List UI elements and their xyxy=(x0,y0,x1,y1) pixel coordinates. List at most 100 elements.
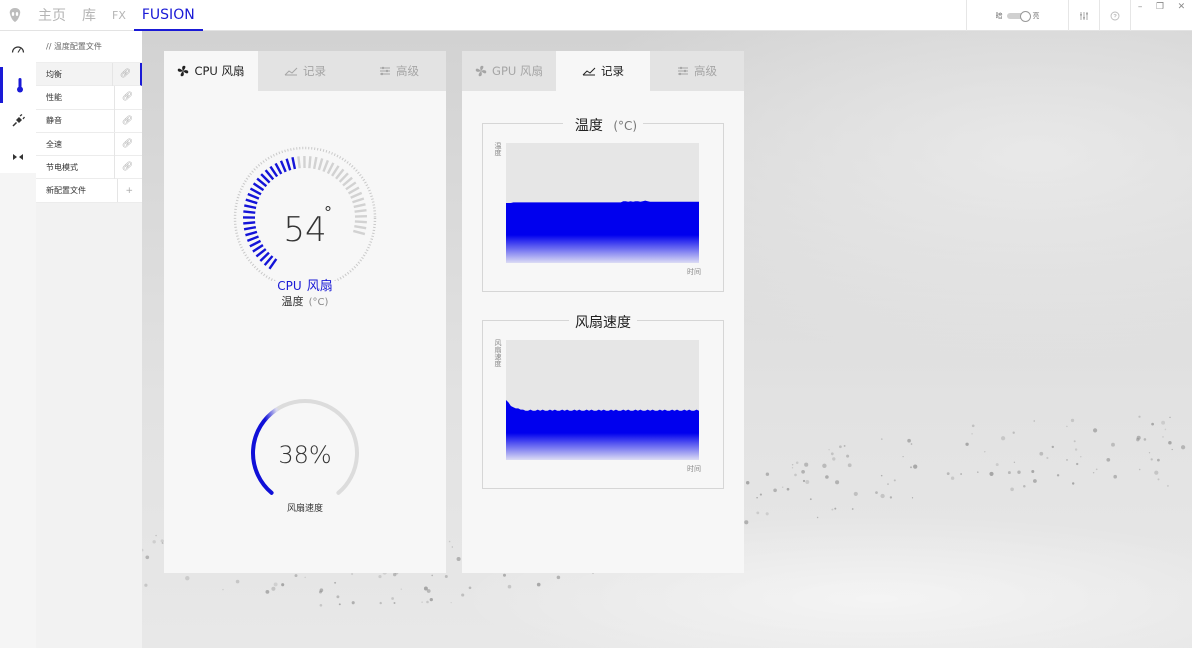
particle xyxy=(1010,487,1014,492)
particle xyxy=(834,507,837,510)
profile-item-quiet[interactable]: 静音 🔗︎ xyxy=(36,109,142,133)
tab-label: CPU 风扇 xyxy=(194,64,245,78)
gpu-fan-panel: GPU 风扇 记录 高级 温度 (°C) 温度 时间 风扇速度 风扇速度 时间 xyxy=(462,51,744,573)
tab-cpu-history[interactable]: 记录 xyxy=(258,51,352,91)
particle xyxy=(1168,441,1172,445)
particle xyxy=(1138,468,1141,471)
particle xyxy=(893,479,896,482)
particle xyxy=(786,487,790,491)
particle xyxy=(805,480,810,484)
plus-icon[interactable]: + xyxy=(117,179,133,203)
tab-label: 高级 xyxy=(396,64,419,78)
nav-tab-home[interactable]: 主页 xyxy=(30,0,74,31)
gauge-tick xyxy=(291,157,297,170)
fan-icon xyxy=(178,65,189,77)
particle xyxy=(351,572,354,576)
gauge-tick xyxy=(342,176,353,187)
minimize-button[interactable]: – xyxy=(1138,2,1143,12)
particle xyxy=(319,588,324,593)
nav-tab-library[interactable]: 库 xyxy=(74,0,104,31)
profile-item-label: 均衡 xyxy=(46,69,62,79)
brightness-control[interactable]: 暗 亮 xyxy=(966,0,1068,31)
link-icon[interactable]: 🔗︎ xyxy=(113,109,133,133)
particle xyxy=(971,424,975,428)
new-profile-button[interactable]: 新配置文件 + xyxy=(36,179,142,203)
nav-tab-fx[interactable]: FX xyxy=(104,0,134,31)
particle xyxy=(265,590,270,594)
nav-tab-fusion[interactable]: FUSION xyxy=(133,0,203,31)
temperature-caption: 温度 (°C) xyxy=(164,290,446,309)
tab-cpu-fan[interactable]: CPU 风扇 xyxy=(164,51,258,91)
rail-item-performance[interactable] xyxy=(0,31,36,67)
particle xyxy=(145,555,150,560)
gauge-tick xyxy=(326,162,335,175)
particle xyxy=(1095,468,1098,471)
particle xyxy=(828,449,830,451)
particle xyxy=(1092,471,1095,474)
link-icon[interactable]: 🔗︎ xyxy=(113,132,133,156)
particle xyxy=(393,572,397,577)
particle xyxy=(1033,479,1037,483)
gauge-tick xyxy=(354,225,367,230)
particle xyxy=(1151,422,1154,426)
gauge-tick xyxy=(246,235,259,243)
rail-item-audio[interactable] xyxy=(0,139,36,175)
close-button[interactable]: ✕ xyxy=(1178,2,1186,12)
gauge-tick xyxy=(264,169,275,181)
profile-item-full-speed[interactable]: 全速 🔗︎ xyxy=(36,132,142,157)
profile-item-power-saver[interactable]: 节电模式 🔗︎ xyxy=(36,155,142,180)
tab-gpu-advanced[interactable]: 高级 xyxy=(650,51,744,91)
particle xyxy=(887,483,889,485)
chart-series-area xyxy=(506,200,699,263)
profile-item-performance[interactable]: 性能 🔗︎ xyxy=(36,85,142,110)
help-button[interactable] xyxy=(1099,0,1130,31)
particle xyxy=(379,601,382,605)
gauge-tick xyxy=(249,239,262,248)
gauge-tick xyxy=(279,160,287,173)
tab-cpu-advanced[interactable]: 高级 xyxy=(352,51,446,91)
particle xyxy=(1071,482,1075,485)
particle xyxy=(756,511,760,515)
gauge-tick xyxy=(322,159,330,172)
particle xyxy=(1136,437,1140,442)
particle xyxy=(830,452,834,456)
particle xyxy=(843,444,846,447)
tab-gpu-fan[interactable]: GPU 风扇 xyxy=(462,51,556,91)
rail-item-thermal[interactable] xyxy=(0,67,36,103)
gauge-tick xyxy=(244,204,257,210)
particle xyxy=(222,588,224,591)
particle xyxy=(839,445,842,449)
particle xyxy=(378,575,382,579)
particle xyxy=(907,438,911,443)
temperature-unit: (°C) xyxy=(308,297,329,308)
particle xyxy=(155,534,157,537)
help-icon xyxy=(1110,11,1120,20)
settings-button[interactable] xyxy=(1068,0,1099,31)
fan-icon xyxy=(475,65,487,77)
link-icon[interactable]: 🔗︎ xyxy=(111,62,131,86)
gauge-tick xyxy=(308,156,312,169)
particle xyxy=(825,475,829,479)
particle xyxy=(294,574,298,578)
particle xyxy=(802,479,806,483)
particle xyxy=(851,508,854,510)
link-icon[interactable]: 🔗︎ xyxy=(113,155,133,179)
fan-speed-chart xyxy=(506,340,699,460)
gauge-tick xyxy=(263,255,274,266)
rail-item-power[interactable] xyxy=(0,103,36,139)
tab-gpu-history[interactable]: 记录 xyxy=(556,51,650,91)
brightness-toggle[interactable] xyxy=(1006,10,1031,22)
particle xyxy=(965,442,969,446)
particle xyxy=(426,600,429,604)
particle xyxy=(1066,459,1068,461)
profile-item-balanced[interactable]: 均衡 🔗︎ xyxy=(36,62,142,87)
particle xyxy=(984,450,986,453)
particle xyxy=(1164,428,1167,431)
particle xyxy=(1046,456,1049,460)
particle xyxy=(1154,470,1159,475)
particle xyxy=(832,457,836,461)
link-icon[interactable]: 🔗︎ xyxy=(113,85,133,109)
particle xyxy=(451,546,453,548)
restore-button[interactable]: ❐ xyxy=(1156,2,1164,12)
particle xyxy=(910,466,912,469)
